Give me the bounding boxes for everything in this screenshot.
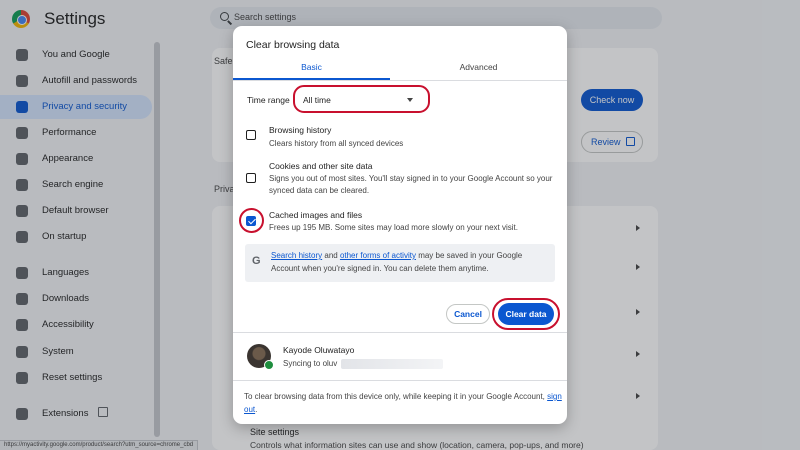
section-divider <box>233 332 567 333</box>
browsing-history-checkbox[interactable] <box>246 130 256 140</box>
cookies-desc: Signs you out of most sites. You'll stay… <box>269 174 553 195</box>
highlight-cached-checkbox <box>239 208 264 233</box>
search-history-link[interactable]: Search history <box>271 251 322 260</box>
section-divider <box>233 380 567 381</box>
sign-out-footer: To clear browsing data from this device … <box>244 390 562 416</box>
tab-divider <box>233 80 567 81</box>
google-g-icon: G <box>252 255 261 267</box>
time-range-label: Time range <box>247 95 290 105</box>
cached-images-desc: Frees up 195 MB. Some sites may load mor… <box>269 223 518 232</box>
info-text-part: and <box>322 251 340 260</box>
cancel-button[interactable]: Cancel <box>446 304 490 324</box>
cookies-title: Cookies and other site data <box>269 161 373 171</box>
highlight-time-range <box>293 85 430 113</box>
footer-end: . <box>255 405 258 414</box>
account-sync-text: Syncing to oluv <box>283 359 338 368</box>
clear-browsing-data-dialog: Clear browsing data Basic Advanced Time … <box>233 26 567 424</box>
activity-info-box: G Search history and other forms of acti… <box>245 244 555 282</box>
browsing-history-desc: Clears history from all synced devices <box>269 139 404 148</box>
cookies-checkbox[interactable] <box>246 173 256 183</box>
tab-advanced[interactable]: Advanced <box>400 62 557 80</box>
dialog-title: Clear browsing data <box>246 39 340 51</box>
other-activity-link[interactable]: other forms of activity <box>340 251 416 260</box>
account-name: Kayode Oluwatayo <box>283 345 355 355</box>
redacted-email <box>341 359 443 369</box>
highlight-clear-data <box>492 298 560 330</box>
activity-info-text: Search history and other forms of activi… <box>271 249 547 275</box>
sync-status-icon <box>264 360 274 370</box>
browsing-history-title: Browsing history <box>269 125 332 135</box>
cached-images-title: Cached images and files <box>269 210 363 220</box>
footer-text: To clear browsing data from this device … <box>244 392 548 401</box>
